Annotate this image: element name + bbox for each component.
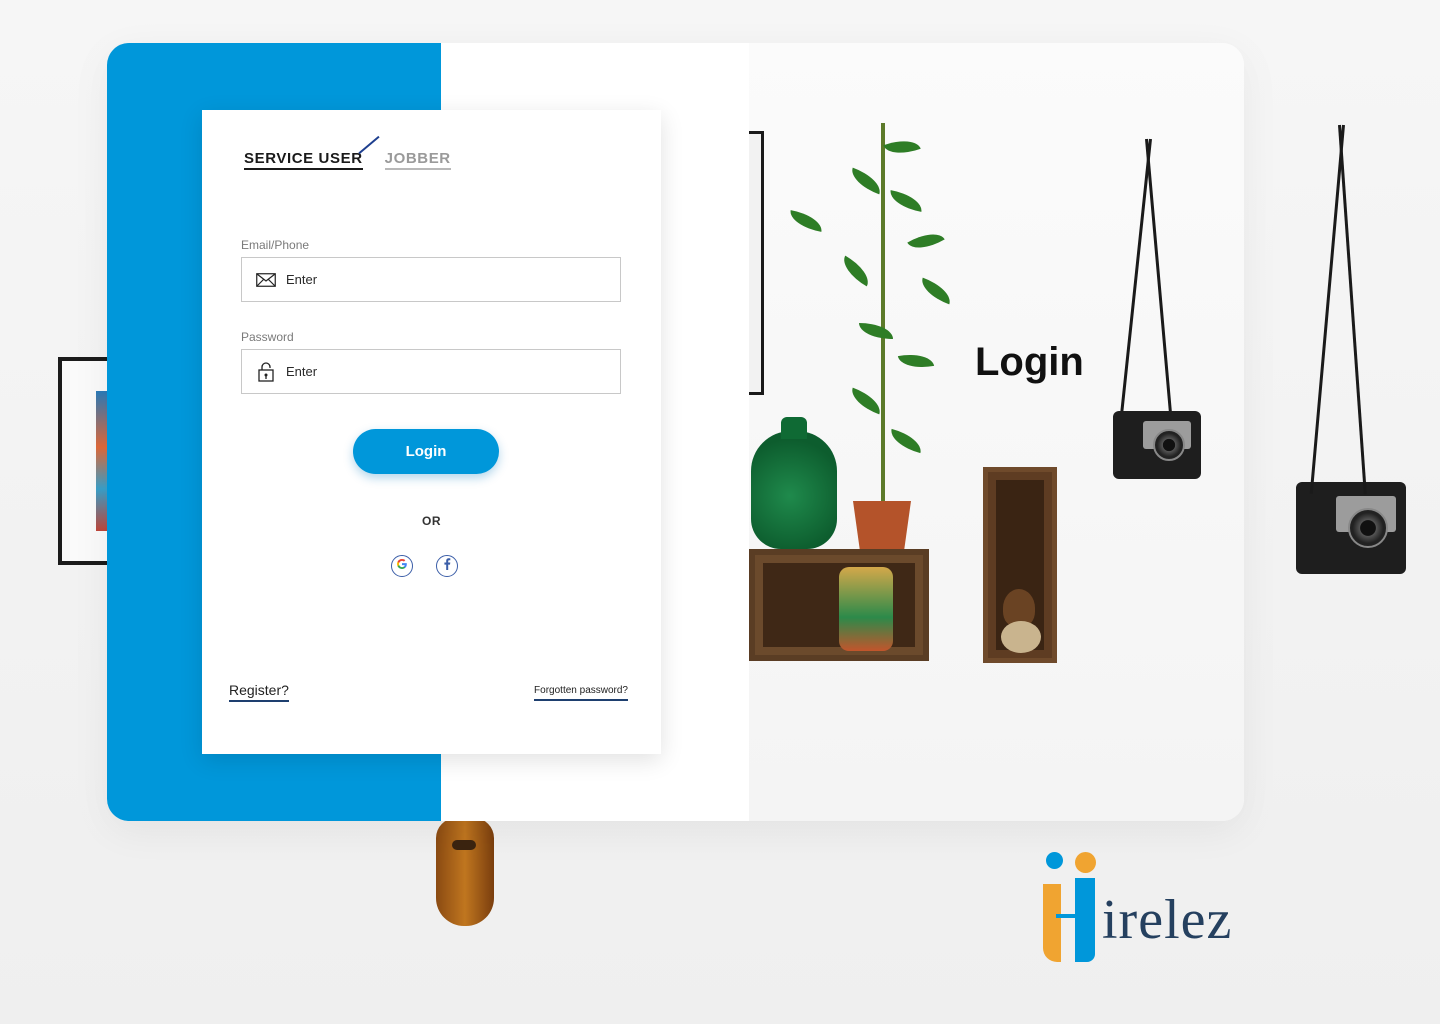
facebook-login-button[interactable] bbox=[436, 555, 458, 577]
plant-leaf bbox=[847, 167, 885, 195]
green-vase bbox=[751, 417, 837, 549]
plant-stem bbox=[881, 123, 885, 503]
plant-leaf bbox=[907, 225, 945, 257]
password-label: Password bbox=[241, 330, 294, 344]
camera bbox=[1113, 411, 1201, 479]
plant-leaf bbox=[847, 387, 885, 415]
email-label: Email/Phone bbox=[241, 238, 310, 252]
camera-strap bbox=[1145, 138, 1174, 429]
tab-jobber[interactable]: JOBBER bbox=[384, 150, 451, 170]
or-divider: OR bbox=[422, 514, 441, 528]
facebook-icon bbox=[443, 557, 451, 575]
camera bbox=[1296, 482, 1406, 574]
photo-frame bbox=[749, 131, 764, 395]
email-field bbox=[241, 257, 621, 302]
plant-leaf bbox=[887, 190, 925, 212]
register-link[interactable]: Register? bbox=[229, 682, 289, 702]
twine-ball bbox=[1001, 621, 1041, 653]
email-input[interactable] bbox=[284, 271, 620, 288]
plant-leaf bbox=[887, 428, 925, 454]
login-panel: SERVICE USER JOBBER Email/Phone Password… bbox=[202, 110, 661, 754]
envelope-icon bbox=[256, 270, 276, 290]
password-input[interactable] bbox=[284, 363, 620, 380]
user-type-tabs: SERVICE USER JOBBER bbox=[244, 135, 451, 170]
hirelez-logo: irelez bbox=[1042, 850, 1252, 968]
plant-leaf bbox=[787, 210, 825, 232]
tab-indicator-mark bbox=[358, 135, 380, 155]
elephant-figurine bbox=[839, 567, 893, 651]
plant-leaf bbox=[859, 323, 893, 339]
password-field bbox=[241, 349, 621, 394]
hero-photo bbox=[749, 43, 1244, 821]
google-login-button[interactable] bbox=[391, 555, 413, 577]
plant-leaf bbox=[837, 255, 875, 287]
logo-wordmark: irelez bbox=[1102, 889, 1233, 951]
wooden-mask-decoration bbox=[436, 818, 494, 926]
camera-strap bbox=[1118, 138, 1152, 428]
plant-leaf bbox=[883, 133, 921, 161]
plant-leaf bbox=[897, 350, 935, 372]
page-title: Login bbox=[975, 340, 1084, 384]
plant-pot bbox=[853, 501, 911, 551]
login-button[interactable]: Login bbox=[353, 429, 499, 474]
google-icon bbox=[396, 557, 408, 575]
plant-leaf bbox=[917, 277, 955, 305]
lock-icon bbox=[256, 361, 276, 382]
forgot-password-link[interactable]: Forgotten password? bbox=[534, 685, 628, 701]
tab-service-user[interactable]: SERVICE USER bbox=[244, 150, 363, 170]
